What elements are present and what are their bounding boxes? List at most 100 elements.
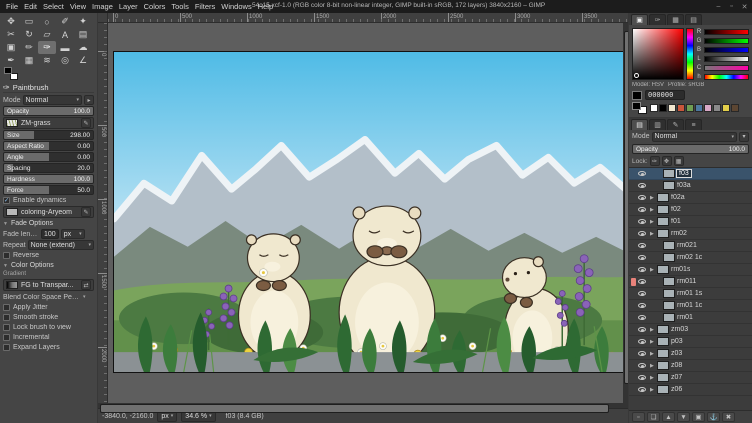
brushes-tab-icon[interactable]: ✑ <box>649 14 666 25</box>
expander-icon[interactable]: ▶ <box>650 267 655 273</box>
pencil-tool-icon[interactable]: ✏ <box>20 41 38 54</box>
brush-chooser[interactable]: ZM-grass ✎ <box>3 117 94 129</box>
gradient-chooser[interactable]: FG to Transpar... ⇄ <box>3 279 94 291</box>
color-history-swatch[interactable] <box>686 104 694 112</box>
new-group-icon[interactable]: ❏ <box>647 412 660 422</box>
layer-row[interactable]: ▶ f03a <box>629 180 752 192</box>
horizontal-scrollbar[interactable] <box>98 403 628 408</box>
aspect-ratio-slider[interactable]: Aspect Ratio 0.00 <box>3 141 94 151</box>
crop-tool-icon[interactable]: ✂ <box>2 28 20 41</box>
layer-row[interactable]: ▶ f01 <box>629 216 752 228</box>
zoom-tool-icon[interactable]: ◎ <box>56 54 74 67</box>
visibility-eye-icon[interactable] <box>638 351 646 356</box>
background-color-swatch[interactable] <box>10 73 18 80</box>
menu-tools[interactable]: Tools <box>168 1 192 12</box>
eraser-tool-icon[interactable]: ▬ <box>56 41 74 54</box>
dynamics-chooser[interactable]: coloring-Aryeom ✎ <box>3 206 94 218</box>
color-history-swatch[interactable] <box>713 104 721 112</box>
color-history-swatch[interactable] <box>704 104 712 112</box>
close-icon[interactable]: ✕ <box>740 3 749 11</box>
canvas[interactable] <box>113 51 628 373</box>
maximize-icon[interactable]: ▫ <box>727 3 736 11</box>
expander-icon[interactable]: ▶ <box>650 219 655 225</box>
visibility-eye-icon[interactable] <box>638 303 646 308</box>
layer-row[interactable]: ▶ rm011 <box>629 276 752 288</box>
dock-menu-icon[interactable]: ≡ <box>685 119 702 130</box>
edit-brush-icon[interactable]: ✎ <box>81 118 91 128</box>
new-layer-icon[interactable]: ▫ <box>632 412 645 422</box>
expander-icon[interactable]: ▶ <box>650 387 655 393</box>
gradient-tool-icon[interactable]: ▤ <box>74 28 92 41</box>
raise-layer-icon[interactable]: ▲ <box>662 412 675 422</box>
menu-windows[interactable]: Windows <box>218 1 254 12</box>
channel-b-slider[interactable]: B <box>696 46 749 53</box>
expander-icon[interactable]: ▶ <box>650 207 655 213</box>
duplicate-layer-icon[interactable]: ▣ <box>692 412 705 422</box>
checkbox[interactable]: ✓ <box>3 344 10 351</box>
visibility-eye-icon[interactable] <box>638 195 646 200</box>
layer-row[interactable]: ▶ zm03 <box>629 324 752 336</box>
channel-c-slider[interactable]: C <box>696 64 749 71</box>
lock-pixels-icon[interactable]: ✑ <box>650 156 660 166</box>
expander-icon[interactable]: ▶ <box>650 327 655 333</box>
vertical-scrollbar[interactable] <box>623 23 628 403</box>
checkbox[interactable]: ✓ <box>3 252 10 259</box>
size-slider[interactable]: Size 298.00 <box>3 130 94 140</box>
expander-icon[interactable]: ▶ <box>650 231 655 237</box>
fade-length-spin[interactable]: 100 <box>41 229 59 239</box>
spacing-slider[interactable]: Spacing 20.0 <box>3 163 94 173</box>
layer-row[interactable]: ▶ rm02 <box>629 228 752 240</box>
angle-slider[interactable]: Angle 0.00 <box>3 152 94 162</box>
visibility-eye-icon[interactable] <box>638 291 646 296</box>
delete-layer-icon[interactable]: ✖ <box>722 412 735 422</box>
menu-edit[interactable]: Edit <box>21 1 40 12</box>
vertical-ruler[interactable]: 0500100015002000 <box>98 23 108 403</box>
foreground-color-swatch[interactable] <box>4 67 12 74</box>
lower-layer-icon[interactable]: ▼ <box>677 412 690 422</box>
checkbox[interactable]: ✓ <box>3 197 10 204</box>
clone-tool-icon[interactable]: ▦ <box>20 54 38 67</box>
patterns-tab-icon[interactable]: ▦ <box>667 14 684 25</box>
fade-options-section[interactable]: ▼ Fade Options <box>3 219 94 228</box>
layer-row[interactable]: ▶ rm01 1s <box>629 288 752 300</box>
hardness-slider[interactable]: Hardness 100.0 <box>3 174 94 184</box>
fg-bg-color-tab-icon[interactable]: ▣ <box>631 14 648 25</box>
visibility-eye-icon[interactable] <box>638 243 646 248</box>
color-history-swatch[interactable] <box>731 104 739 112</box>
menu-filters[interactable]: Filters <box>192 1 218 12</box>
opacity-slider[interactable]: Opacity 100.0 <box>3 106 94 116</box>
channel-g-slider[interactable]: G <box>696 37 749 44</box>
visibility-eye-icon[interactable] <box>638 231 646 236</box>
menu-view[interactable]: View <box>67 1 89 12</box>
channel-h-slider[interactable]: h <box>696 73 749 80</box>
menu-layer[interactable]: Layer <box>116 1 141 12</box>
smudge-tool-icon[interactable]: ≋ <box>38 54 56 67</box>
reverse-gradient-icon[interactable]: ⇄ <box>81 280 91 290</box>
visibility-eye-icon[interactable] <box>638 375 646 380</box>
paint-mode-select[interactable]: Normal▾ <box>23 95 82 105</box>
minimize-icon[interactable]: – <box>714 3 723 11</box>
scale-tool-icon[interactable]: ▱ <box>38 28 56 41</box>
mode-switch-icon[interactable]: ▸ <box>84 95 94 105</box>
measure-tool-icon[interactable]: ∠ <box>74 54 92 67</box>
color-history-swatch[interactable] <box>668 104 676 112</box>
expander-icon[interactable]: ▶ <box>650 375 655 381</box>
expand-layers-checkbox[interactable]: ✓ Expand Layers <box>3 343 94 352</box>
edit-dynamics-icon[interactable]: ✎ <box>81 207 91 217</box>
layer-row[interactable]: ▶ f03 <box>629 168 752 180</box>
menu-file[interactable]: File <box>3 1 21 12</box>
layers-tab-icon[interactable]: ▤ <box>631 119 648 130</box>
layer-opacity-slider[interactable]: Opacity 100.0 <box>632 144 749 154</box>
color-history-swatch[interactable] <box>695 104 703 112</box>
layer-row[interactable]: ▶ rm021 <box>629 240 752 252</box>
smooth-stroke-checkbox[interactable]: ✓ Smooth stroke <box>3 313 94 322</box>
color-history-swatch[interactable] <box>677 104 685 112</box>
rotate-tool-icon[interactable]: ↻ <box>20 28 38 41</box>
ink-tool-icon[interactable]: ✒ <box>2 54 20 67</box>
layer-row[interactable]: ▶ f02a <box>629 192 752 204</box>
visibility-eye-icon[interactable] <box>638 339 646 344</box>
layer-row[interactable]: ▶ z03 <box>629 348 752 360</box>
repeat-select[interactable]: None (extend)▾ <box>28 240 94 250</box>
ellipse-select-tool-icon[interactable]: ○ <box>38 15 56 28</box>
airbrush-tool-icon[interactable]: ☁ <box>74 41 92 54</box>
